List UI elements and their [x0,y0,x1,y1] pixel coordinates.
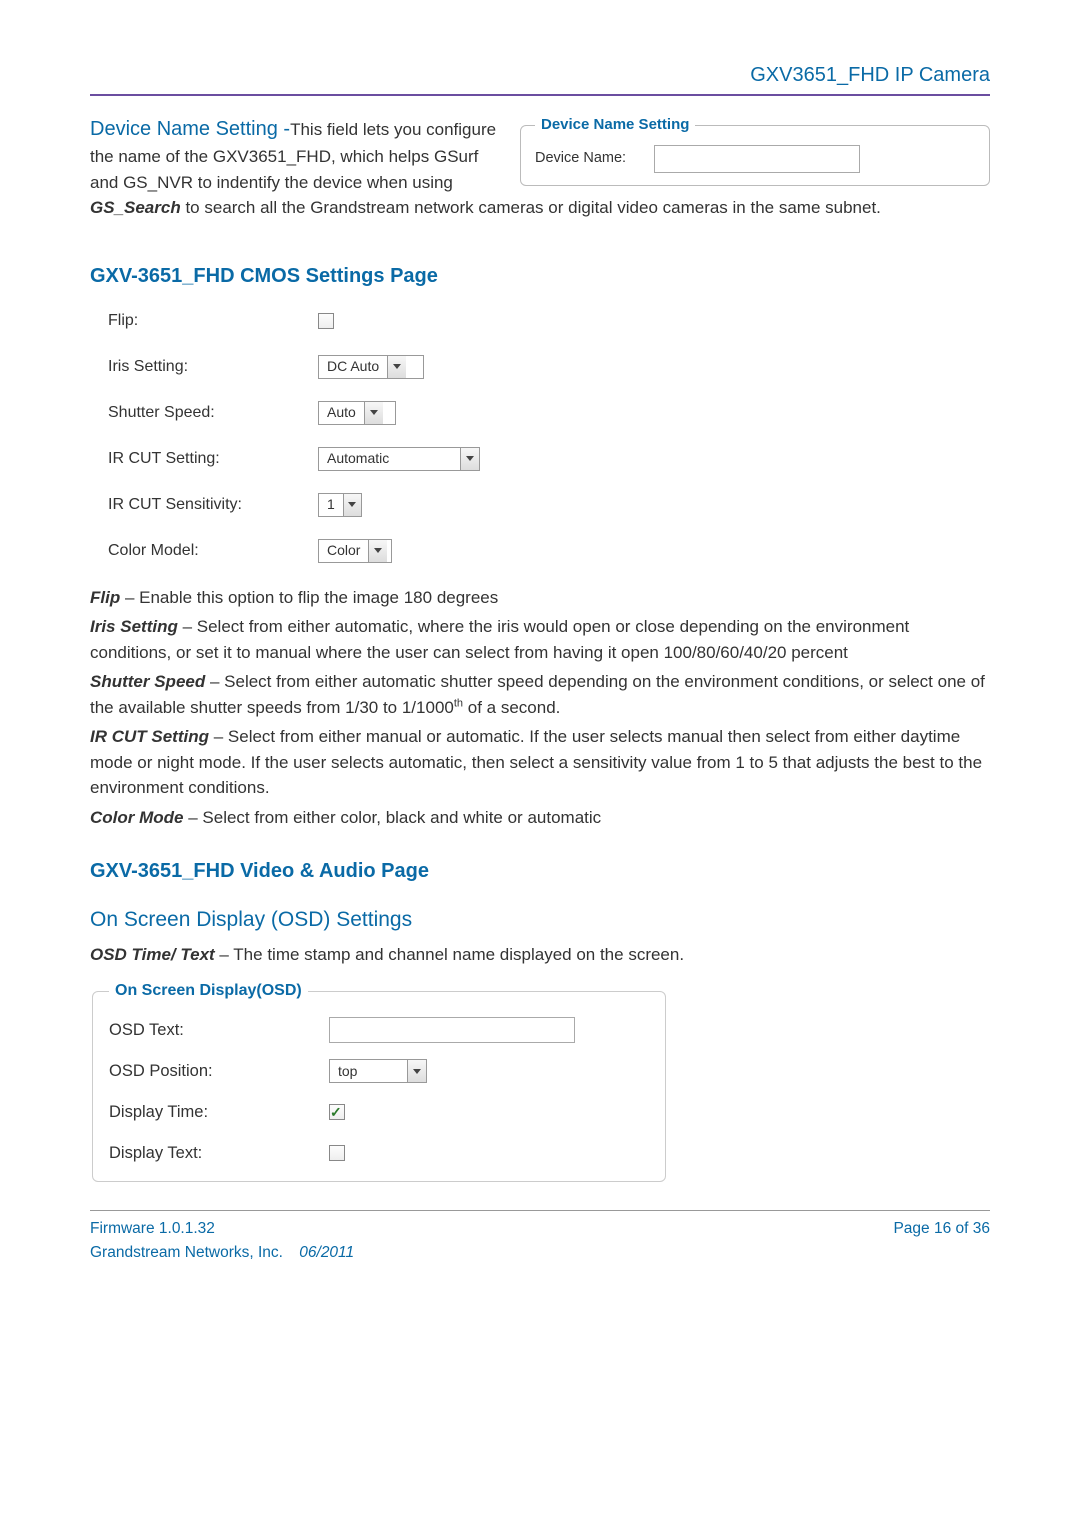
osd-legend: On Screen Display(OSD) [109,979,308,1003]
osd-desc: – The time stamp and channel name displa… [215,945,684,964]
colormode-desc: – Select from either color, black and wh… [184,808,602,827]
osd-text-input[interactable] [329,1017,575,1043]
ircutsens-select[interactable]: 1 [318,493,362,517]
shutter-term: Shutter Speed [90,672,205,691]
device-name-input[interactable] [654,145,860,173]
colormode-term: Color Mode [90,808,184,827]
display-time-label: Display Time: [109,1100,329,1125]
device-name-label: Device Name: [535,148,626,170]
iris-label: Iris Setting: [108,355,318,379]
cmos-heading: GXV-3651_FHD CMOS Settings Page [90,261,990,291]
shutter-sup: th [454,697,463,709]
colormodel-label: Color Model: [108,539,318,563]
osd-pos-value: top [330,1060,407,1082]
osd-pos-select[interactable]: top [329,1059,427,1083]
device-name-legend: Device Name Setting [535,114,695,137]
cmos-settings-panel: Flip: Iris Setting: DC Auto Shutter Spee… [108,309,558,563]
flip-term: Flip [90,588,120,607]
flip-desc: – Enable this option to flip the image 1… [120,588,498,607]
shutter-select[interactable]: Auto [318,401,396,425]
ircutsens-label: IR CUT Sensitivity: [108,493,318,517]
chevron-down-icon [460,448,479,470]
footer-date: 06/2011 [287,1244,354,1261]
ircut-select-value: Automatic [319,448,460,470]
footer-company: Grandstream Networks, Inc. [90,1244,283,1261]
chevron-down-icon [387,356,406,378]
footer-firmware: Firmware 1.0.1.32 [90,1217,215,1240]
device-name-fieldset: Device Name Setting Device Name: [520,114,990,186]
ircutsens-select-value: 1 [319,494,343,516]
iris-select-value: DC Auto [319,356,387,378]
osd-text-label: OSD Text: [109,1018,329,1043]
iris-term: Iris Setting [90,617,178,636]
flip-label: Flip: [108,309,318,333]
ircut-term: IR CUT Setting [90,727,209,746]
shutter-select-value: Auto [319,402,364,424]
ircut-select[interactable]: Automatic [318,447,480,471]
ircut-desc: – Select from either manual or automatic… [90,727,982,797]
shutter-label: Shutter Speed: [108,401,318,425]
dns-bold: GS_Search [90,198,181,217]
osd-fieldset: On Screen Display(OSD) OSD Text: OSD Pos… [92,979,666,1182]
colormodel-select[interactable]: Color [318,539,392,563]
chevron-down-icon [343,494,361,516]
iris-desc: – Select from either automatic, where th… [90,617,909,662]
dns-heading: Device Name Setting - [90,118,290,140]
display-text-label: Display Text: [109,1141,329,1166]
osd-term: OSD Time/ Text [90,945,215,964]
chevron-down-icon [364,402,383,424]
page-header-title: GXV3651_FHD IP Camera [90,60,990,96]
chevron-down-icon [368,540,387,562]
page-footer: Firmware 1.0.1.32 Page 16 of 36 Grandstr… [90,1210,990,1264]
colormodel-select-value: Color [319,540,368,562]
iris-select[interactable]: DC Auto [318,355,424,379]
dns-text-b: to search all the Grandstream network ca… [181,198,881,217]
va-heading: GXV-3651_FHD Video & Audio Page [90,856,990,886]
osd-pos-label: OSD Position: [109,1059,329,1084]
display-time-checkbox[interactable] [329,1104,345,1120]
flip-checkbox[interactable] [318,313,334,329]
ircut-label: IR CUT Setting: [108,447,318,471]
footer-page: Page 16 of 36 [893,1217,990,1240]
chevron-down-icon [407,1060,426,1082]
display-text-checkbox[interactable] [329,1145,345,1161]
osd-subheading: On Screen Display (OSD) Settings [90,904,990,936]
shutter-desc-b: of a second. [463,698,560,717]
